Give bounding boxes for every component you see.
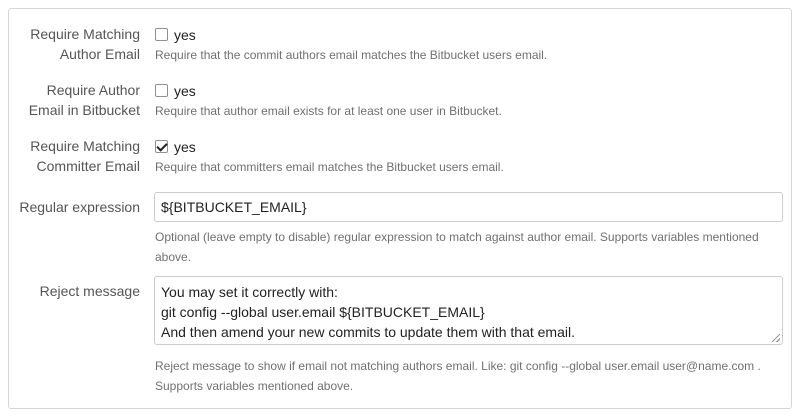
regular-expression-help: Optional (leave empty to disable) regula…: [155, 227, 759, 267]
require-matching-author-email-label: Require Matching Author Email: [30, 24, 140, 64]
resize-grip-icon[interactable]: [772, 334, 780, 342]
field-help-text: Require that committers email matches th…: [155, 160, 504, 174]
help-line: Supports variables mentioned above.: [155, 379, 354, 393]
reject-message-label: Reject message: [39, 283, 140, 299]
label-line: Require Matching: [30, 138, 140, 154]
textarea-line: git config --global user.email ${BITBUCK…: [161, 304, 485, 320]
help-line: Reject message to show if email not matc…: [155, 359, 761, 373]
checkbox-yes-label[interactable]: yes: [174, 81, 196, 101]
label-line: Email in Bitbucket: [28, 102, 140, 118]
reject-message-textarea[interactable]: You may set it correctly with: git confi…: [154, 276, 783, 345]
help-line: Optional (leave empty to disable) regula…: [155, 230, 759, 244]
textarea-line: And then amend your new commits to updat…: [161, 324, 575, 340]
require-author-email-in-bitbucket-checkbox[interactable]: [155, 84, 168, 97]
reject-message-help: Reject message to show if email not matc…: [155, 356, 761, 396]
regular-expression-label: Regular expression: [19, 199, 140, 215]
field-help-text: Require that author email exists for at …: [155, 104, 502, 118]
field-help-text: Require that the commit authors email ma…: [155, 48, 548, 62]
require-matching-committer-email-label: Require Matching Committer Email: [30, 136, 140, 176]
checkbox-yes-label[interactable]: yes: [174, 137, 196, 157]
checkbox-yes-label[interactable]: yes: [174, 25, 196, 45]
help-line: above.: [155, 250, 192, 264]
label-line: Require Author: [46, 82, 140, 98]
require-author-email-in-bitbucket-label: Require Author Email in Bitbucket: [29, 80, 140, 120]
regular-expression-input[interactable]: ${BITBUCKET_EMAIL}: [154, 192, 783, 222]
label-line: Require Matching: [30, 26, 140, 42]
regular-expression-value: ${BITBUCKET_EMAIL}: [161, 199, 307, 215]
textarea-line: You may set it correctly with:: [161, 284, 338, 300]
label-line: Committer Email: [36, 158, 140, 174]
require-matching-committer-email-checkbox[interactable]: [155, 140, 168, 153]
require-matching-author-email-checkbox[interactable]: [155, 28, 168, 41]
label-line: Author Email: [59, 46, 140, 62]
